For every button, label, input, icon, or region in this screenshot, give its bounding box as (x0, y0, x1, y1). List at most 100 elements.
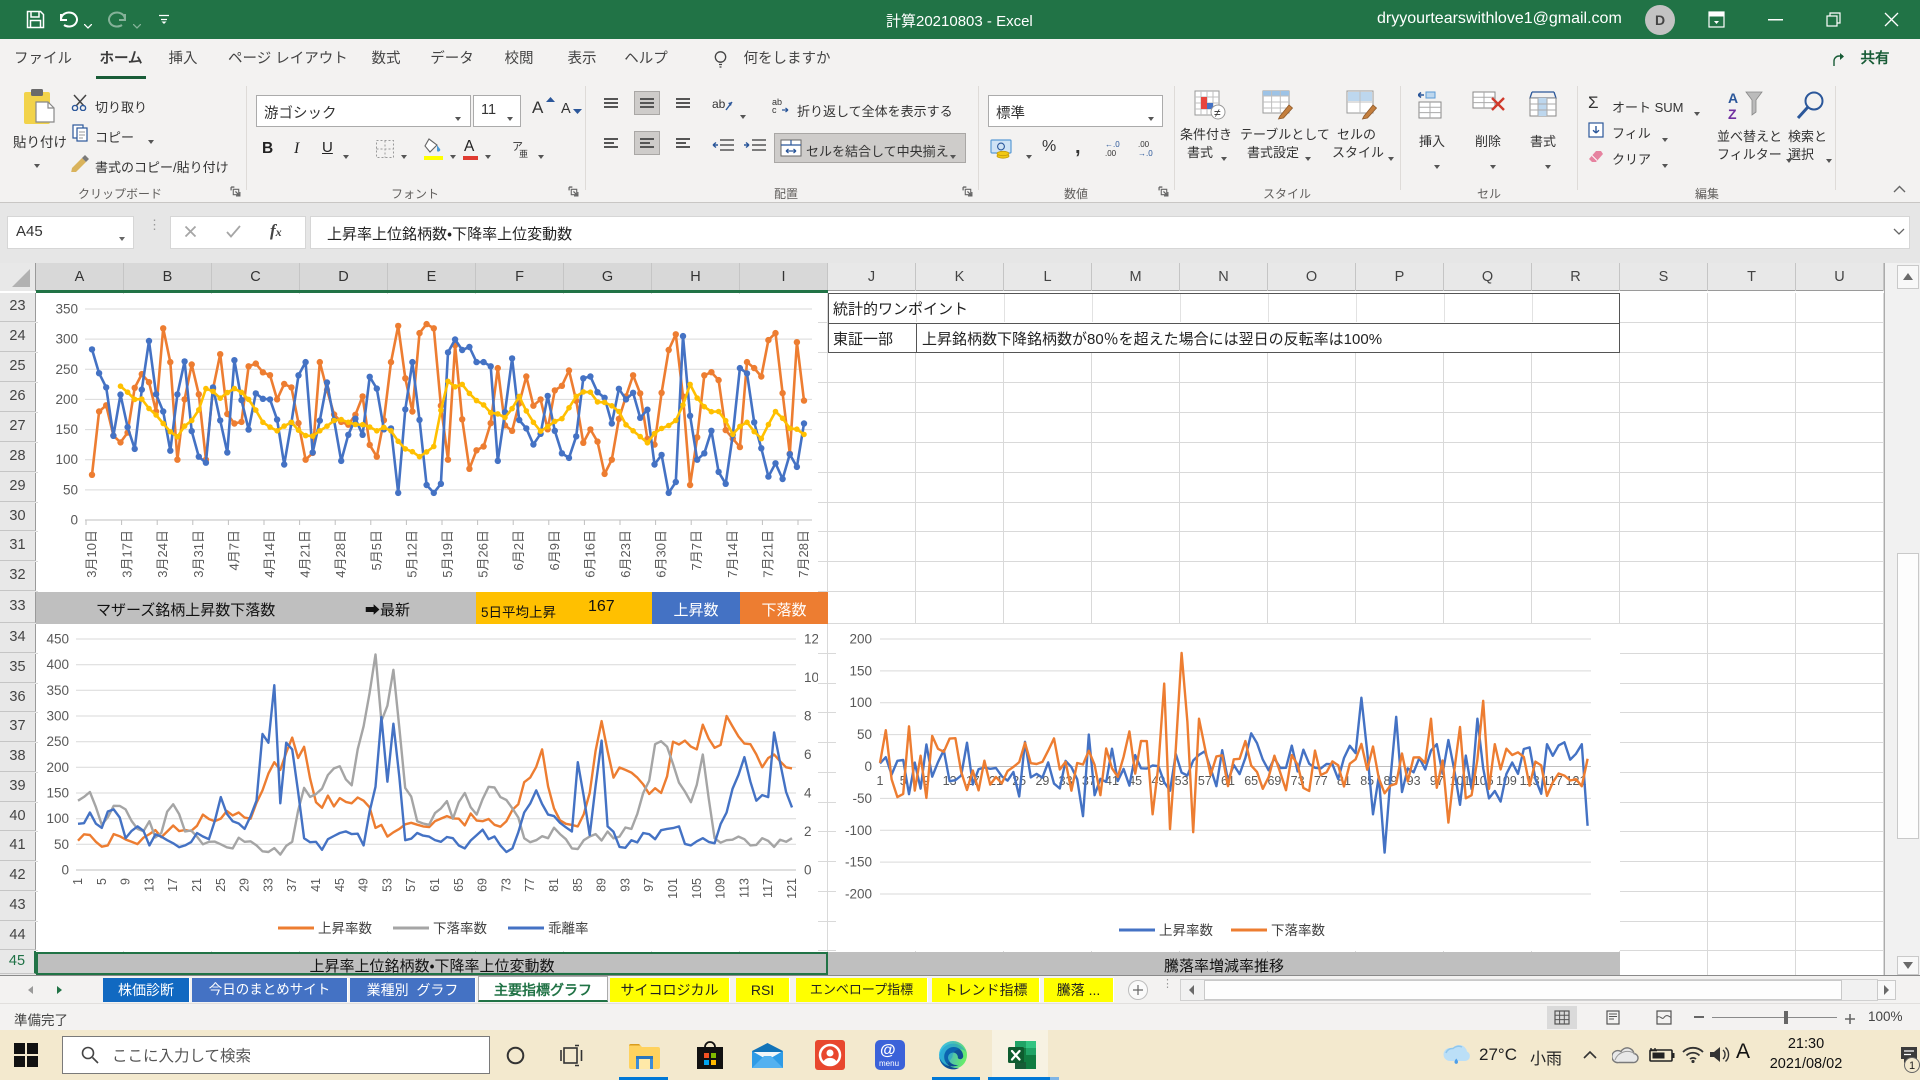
svg-text:93: 93 (618, 878, 632, 892)
svg-text:97: 97 (642, 878, 656, 892)
svg-text:5月26日: 5月26日 (476, 530, 491, 578)
svg-text:50: 50 (54, 837, 69, 852)
svg-text:37: 37 (285, 878, 299, 892)
svg-text:7月21日: 7月21日 (760, 530, 775, 578)
svg-text:200: 200 (46, 760, 69, 775)
svg-text:150: 150 (55, 422, 78, 437)
svg-text:100: 100 (55, 452, 78, 467)
svg-text:113: 113 (737, 878, 751, 898)
svg-text:89: 89 (595, 878, 609, 892)
svg-text:250: 250 (46, 734, 69, 749)
svg-text:→.0: →.0 (1138, 149, 1153, 157)
svg-text:4月14日: 4月14日 (262, 530, 277, 578)
svg-text:-200: -200 (845, 887, 872, 902)
svg-text:13: 13 (142, 878, 156, 892)
svg-text:85: 85 (1360, 774, 1374, 788)
svg-text:下落率数: 下落率数 (433, 921, 487, 936)
svg-text:5月19日: 5月19日 (440, 530, 455, 578)
svg-text:7月7日: 7月7日 (689, 530, 704, 570)
svg-text:65: 65 (452, 878, 466, 892)
svg-text:亜: 亜 (519, 149, 528, 158)
svg-text:250: 250 (55, 362, 78, 377)
svg-text:≠: ≠ (1214, 106, 1221, 120)
svg-text:121: 121 (785, 878, 799, 899)
svg-text:1: 1 (71, 878, 85, 885)
svg-text:4月21日: 4月21日 (298, 530, 313, 578)
svg-text:29: 29 (238, 878, 252, 892)
svg-text:6月9日: 6月9日 (547, 530, 562, 570)
svg-text:81: 81 (547, 878, 561, 892)
svg-text:9: 9 (119, 878, 133, 885)
svg-text:6月2日: 6月2日 (511, 530, 526, 570)
svg-text:c: c (772, 105, 777, 114)
svg-text:-150: -150 (845, 855, 872, 870)
svg-text:10: 10 (804, 670, 818, 685)
svg-text:41: 41 (309, 878, 323, 892)
svg-text:350: 350 (55, 302, 78, 317)
svg-text:←.0: ←.0 (1105, 140, 1120, 149)
svg-text:400: 400 (46, 657, 69, 672)
svg-text:69: 69 (476, 878, 490, 892)
svg-text:50: 50 (857, 727, 872, 742)
svg-text:6月23日: 6月23日 (618, 530, 633, 578)
svg-text:25: 25 (214, 878, 228, 892)
svg-text:61: 61 (428, 878, 442, 892)
svg-text:7月28日: 7月28日 (796, 530, 811, 578)
svg-text:45: 45 (333, 878, 347, 892)
svg-text:0: 0 (70, 513, 78, 528)
svg-text:4月7日: 4月7日 (226, 530, 241, 570)
svg-text:49: 49 (357, 878, 371, 892)
svg-text:下落率数: 下落率数 (1271, 923, 1325, 938)
svg-text:2: 2 (804, 824, 812, 839)
svg-text:6月16日: 6月16日 (582, 530, 597, 578)
svg-text:1: 1 (877, 774, 884, 788)
svg-text:101: 101 (666, 878, 680, 899)
svg-text:-50: -50 (852, 791, 872, 806)
svg-text:3月31日: 3月31日 (191, 530, 206, 578)
svg-text:53: 53 (380, 878, 394, 892)
svg-text:150: 150 (849, 664, 872, 679)
svg-text:4月28日: 4月28日 (333, 530, 348, 578)
svg-text:0: 0 (61, 863, 69, 878)
svg-text:100: 100 (849, 695, 872, 710)
svg-text:109: 109 (714, 878, 728, 899)
svg-text:3月17日: 3月17日 (120, 530, 135, 578)
svg-text:ab: ab (712, 97, 726, 111)
svg-text:65: 65 (1244, 774, 1258, 788)
svg-text:300: 300 (46, 709, 69, 724)
svg-text:17: 17 (166, 878, 180, 892)
svg-text:上昇率数: 上昇率数 (1159, 923, 1213, 938)
svg-text:6: 6 (804, 747, 812, 762)
svg-text:上昇率数: 上昇率数 (318, 921, 372, 936)
svg-text:50: 50 (63, 482, 78, 497)
svg-text:150: 150 (46, 786, 69, 801)
svg-text:A: A (1728, 90, 1738, 106)
svg-text:Z: Z (1728, 106, 1737, 122)
svg-text:300: 300 (55, 332, 78, 347)
svg-text:73: 73 (499, 878, 513, 892)
svg-text:105: 105 (690, 878, 704, 899)
svg-text:85: 85 (571, 878, 585, 892)
svg-text:.00: .00 (1138, 140, 1150, 149)
svg-text:.00: .00 (1105, 149, 1117, 157)
svg-text:200: 200 (849, 632, 872, 647)
svg-text:3月24日: 3月24日 (155, 530, 170, 578)
svg-text:57: 57 (404, 878, 418, 892)
svg-text:450: 450 (46, 632, 69, 647)
svg-text:77: 77 (523, 878, 537, 892)
svg-text:117: 117 (761, 878, 775, 898)
svg-text:5: 5 (95, 878, 109, 885)
svg-text:33: 33 (261, 878, 275, 892)
svg-text:5月5日: 5月5日 (369, 530, 384, 570)
svg-text:3月10日: 3月10日 (84, 530, 99, 578)
svg-text:350: 350 (46, 683, 69, 698)
svg-text:0: 0 (804, 863, 812, 878)
svg-text:7月14日: 7月14日 (725, 530, 740, 578)
svg-text:-100: -100 (845, 823, 872, 838)
svg-text:21: 21 (190, 878, 204, 892)
svg-text:乖離率: 乖離率 (548, 921, 589, 936)
svg-text:57: 57 (1198, 774, 1212, 788)
svg-text:0: 0 (864, 759, 872, 774)
svg-text:100: 100 (46, 811, 69, 826)
svg-text:5月12日: 5月12日 (404, 530, 419, 578)
